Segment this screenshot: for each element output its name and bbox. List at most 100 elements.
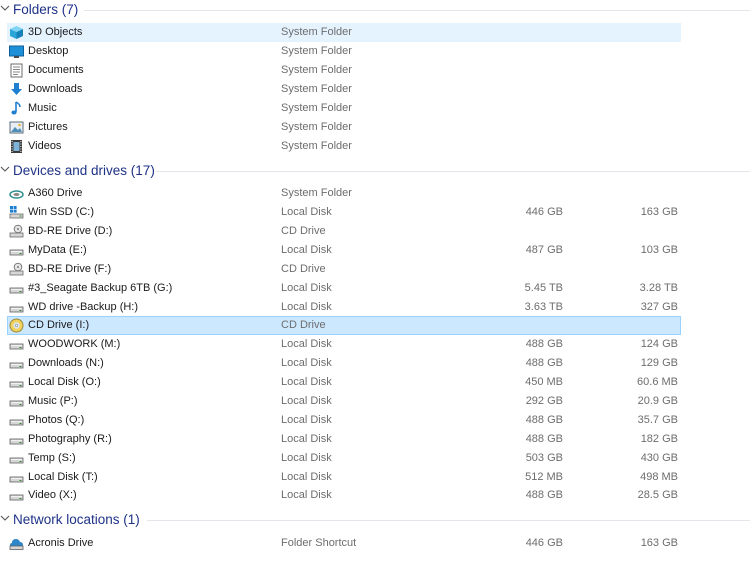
hard-drive-icon [9,400,24,407]
item-name: Desktop [28,45,69,57]
item-name: Downloads (N:) [28,357,104,369]
desktop-icon [9,45,24,58]
item-name: CD Drive (I:) [28,319,90,331]
item-type: System Folder [281,140,352,152]
item-name: Temp (S:) [28,452,76,464]
list-item-drive-n[interactable]: Downloads (N:) Local Disk 488 GB 129 GB [7,354,681,373]
group-divider [156,171,750,172]
list-item-drive-q[interactable]: Photos (Q:) Local Disk 488 GB 35.7 GB [7,411,681,430]
item-total-size: 450 MB [525,376,563,388]
item-type: Local Disk [281,489,332,501]
item-free-space: 327 GB [640,301,678,313]
list-item-drive-i-selected[interactable]: CD Drive (I:) CD Drive [7,316,681,335]
item-total-size: 488 GB [525,433,563,445]
list-item-videos[interactable]: Videos System Folder [7,137,681,156]
item-name: Photos (Q:) [28,414,85,426]
hard-drive-icon [9,362,24,369]
item-type: System Folder [281,64,352,76]
list-item-drive-s[interactable]: Temp (S:) Local Disk 503 GB 430 GB [7,449,681,468]
group-header-network[interactable]: Network locations (1) [0,510,750,529]
item-name: Local Disk (T:) [28,471,98,483]
group-title: Network locations (1) [13,512,140,527]
item-total-size: 488 GB [525,357,563,369]
item-type: Local Disk [281,471,332,483]
hard-drive-icon [9,381,24,388]
list-item-drive-m[interactable]: WOODWORK (M:) Local Disk 488 GB 124 GB [7,335,681,354]
item-free-space: 103 GB [640,244,678,256]
item-type: Folder Shortcut [281,537,357,549]
item-name: BD-RE Drive (F:) [28,263,112,275]
group-title: Devices and drives (17) [13,163,155,178]
list-item-drive-f[interactable]: BD-RE Drive (F:) CD Drive [7,260,681,279]
list-item-drive-t[interactable]: Local Disk (T:) Local Disk 512 MB 498 MB [7,468,681,487]
list-item-drive-c[interactable]: Win SSD (C:) Local Disk 446 GB 163 GB [7,203,681,222]
item-type: Local Disk [281,282,332,294]
music-icon [11,101,21,115]
list-item-drive-h[interactable]: WD drive -Backup (H:) Local Disk 3.63 TB… [7,298,681,317]
optical-drive-icon [9,224,24,238]
item-name: BD-RE Drive (D:) [28,225,113,237]
list-item-acronis-drive[interactable]: Acronis Drive Folder Shortcut 446 GB 163… [7,534,681,553]
item-type: CD Drive [281,319,326,331]
item-type: System Folder [281,45,352,57]
list-item-documents[interactable]: Documents System Folder [7,61,681,80]
item-name: 3D Objects [28,26,83,38]
list-item-drive-p[interactable]: Music (P:) Local Disk 292 GB 20.9 GB [7,392,681,411]
item-type: System Folder [281,121,352,133]
item-total-size: 488 GB [525,338,563,350]
downloads-icon [11,83,22,95]
item-free-space: 182 GB [640,433,678,445]
item-free-space: 28.5 GB [637,489,678,501]
list-item-music[interactable]: Music System Folder [7,99,681,118]
hard-drive-icon [9,476,24,483]
item-free-space: 163 GB [640,206,678,218]
list-item-desktop[interactable]: Desktop System Folder [7,42,681,61]
optical-drive-icon [9,262,24,276]
group-header-devices[interactable]: Devices and drives (17) [0,161,750,180]
list-item-drive-g[interactable]: #3_Seagate Backup 6TB (G:) Local Disk 5.… [7,279,681,298]
list-item-drive-o[interactable]: Local Disk (O:) Local Disk 450 MB 60.6 M… [7,373,681,392]
item-total-size: 512 MB [525,471,563,483]
item-free-space: 60.6 MB [637,376,678,388]
list-item-pictures[interactable]: Pictures System Folder [7,118,681,137]
chevron-down-icon [0,166,10,172]
item-type: Local Disk [281,433,332,445]
item-type: System Folder [281,102,352,114]
item-total-size: 487 GB [525,244,563,256]
item-type: Local Disk [281,206,332,218]
item-total-size: 488 GB [525,414,563,426]
item-name: Music (P:) [28,395,78,407]
item-type: System Folder [281,83,352,95]
item-type: Local Disk [281,338,332,350]
list-item-drive-e[interactable]: MyData (E:) Local Disk 487 GB 103 GB [7,241,681,260]
item-free-space: 35.7 GB [637,414,678,426]
chevron-down-icon [0,515,10,521]
hard-drive-icon [9,343,24,350]
item-free-space: 124 GB [640,338,678,350]
item-free-space: 20.9 GB [637,395,678,407]
item-name: Acronis Drive [28,537,94,549]
item-name: Win SSD (C:) [28,206,94,218]
list-item-a360-drive[interactable]: A360 Drive System Folder [7,184,681,203]
item-total-size: 3.63 TB [524,301,563,313]
list-item-drive-d[interactable]: BD-RE Drive (D:) CD Drive [7,222,681,241]
item-name: MyData (E:) [28,244,87,256]
list-item-drive-x[interactable]: Video (X:) Local Disk 488 GB 28.5 GB [7,486,681,505]
documents-icon [10,63,23,78]
list-item-3d-objects[interactable]: 3D Objects System Folder [7,23,681,42]
item-type: Local Disk [281,452,332,464]
list-item-drive-r[interactable]: Photography (R:) Local Disk 488 GB 182 G… [7,430,681,449]
cd-disc-icon [9,318,24,333]
chevron-down-icon [0,5,10,11]
item-type: Local Disk [281,244,332,256]
hard-drive-icon [9,438,24,445]
item-type: Local Disk [281,357,332,369]
list-item-downloads[interactable]: Downloads System Folder [7,80,681,99]
cloud-drive-icon [9,190,24,199]
item-name: Local Disk (O:) [28,376,101,388]
item-name: WOODWORK (M:) [28,338,121,350]
hard-drive-icon [9,457,24,464]
group-header-folders[interactable]: Folders (7) [0,0,750,19]
hard-drive-icon [9,306,24,313]
item-total-size: 503 GB [525,452,563,464]
